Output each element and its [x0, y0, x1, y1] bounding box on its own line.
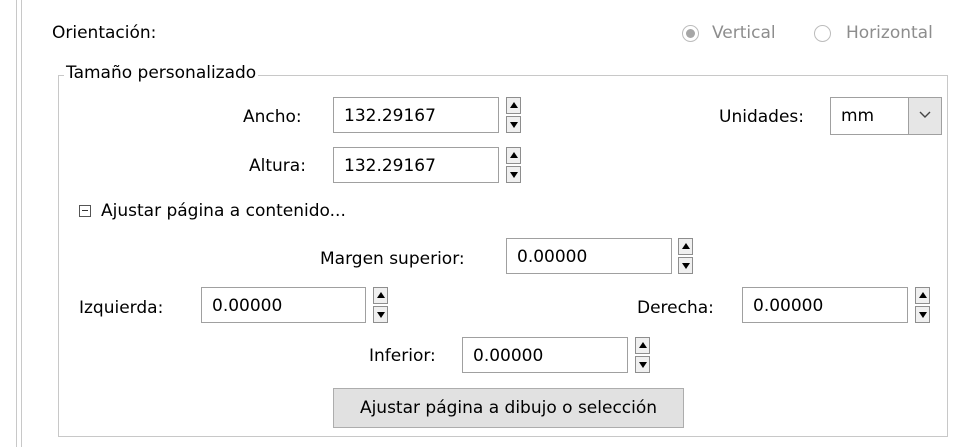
- left-margin-spinner[interactable]: [373, 287, 388, 323]
- bottom-margin-spin-down-icon[interactable]: [635, 356, 650, 373]
- chevron-down-icon: [919, 111, 931, 118]
- orientation-label: Orientación:: [52, 23, 157, 43]
- height-label: Altura:: [249, 156, 306, 176]
- right-margin-value: 0.00000: [753, 296, 824, 316]
- width-input[interactable]: 132.29167: [333, 97, 499, 133]
- radio-horizontal-label[interactable]: Horizontal: [846, 22, 933, 44]
- left-margin-value: 0.00000: [212, 296, 283, 316]
- collapse-minus-icon[interactable]: [79, 205, 91, 217]
- left-margin-label: Izquierda:: [79, 298, 164, 318]
- height-spin-down-icon[interactable]: [506, 166, 521, 183]
- height-value: 132.29167: [344, 156, 436, 176]
- bottom-margin-spinner[interactable]: [635, 337, 650, 373]
- right-margin-spin-up-icon[interactable]: [915, 287, 930, 304]
- bottom-margin-label: Inferior:: [369, 346, 436, 366]
- left-margin-input[interactable]: 0.00000: [201, 287, 366, 323]
- left-panel-border: [16, 0, 22, 447]
- top-margin-spinner[interactable]: [678, 238, 693, 274]
- radio-horizontal[interactable]: [814, 25, 831, 42]
- units-label: Unidades:: [719, 107, 804, 127]
- top-margin-input[interactable]: 0.00000: [506, 238, 672, 274]
- bottom-margin-spin-up-icon[interactable]: [635, 337, 650, 354]
- height-spinner[interactable]: [506, 147, 521, 183]
- width-spin-up-icon[interactable]: [506, 97, 521, 114]
- height-input[interactable]: 132.29167: [333, 147, 499, 183]
- width-label: Ancho:: [243, 107, 302, 127]
- height-spin-up-icon[interactable]: [506, 147, 521, 164]
- left-margin-spin-up-icon[interactable]: [373, 287, 388, 304]
- right-margin-spinner[interactable]: [915, 287, 930, 323]
- right-margin-spin-down-icon[interactable]: [915, 306, 930, 323]
- radio-vertical[interactable]: [682, 25, 699, 42]
- width-spin-down-icon[interactable]: [506, 116, 521, 133]
- fit-to-drawing-button[interactable]: Ajustar página a dibujo o selección: [333, 388, 684, 428]
- custom-size-legend: Tamaño personalizado: [64, 62, 259, 84]
- left-margin-spin-down-icon[interactable]: [373, 306, 388, 323]
- bottom-margin-value: 0.00000: [473, 346, 544, 366]
- right-margin-input[interactable]: 0.00000: [742, 287, 908, 323]
- units-dropdown-button[interactable]: [908, 98, 941, 134]
- right-margin-label: Derecha:: [637, 298, 714, 318]
- fit-content-label[interactable]: Ajustar página a contenido...: [101, 200, 346, 222]
- custom-size-groupbox: [58, 75, 948, 437]
- width-value: 132.29167: [344, 106, 436, 126]
- units-value: mm: [841, 106, 875, 126]
- radio-selected-dot: [686, 29, 695, 38]
- top-margin-value: 0.00000: [517, 247, 588, 267]
- units-select[interactable]: mm: [830, 97, 942, 135]
- top-margin-label: Margen superior:: [320, 249, 465, 269]
- radio-vertical-label[interactable]: Vertical: [712, 22, 776, 44]
- top-margin-spin-up-icon[interactable]: [678, 238, 693, 255]
- top-margin-spin-down-icon[interactable]: [678, 257, 693, 274]
- bottom-margin-input[interactable]: 0.00000: [462, 337, 628, 373]
- width-spinner[interactable]: [506, 97, 521, 133]
